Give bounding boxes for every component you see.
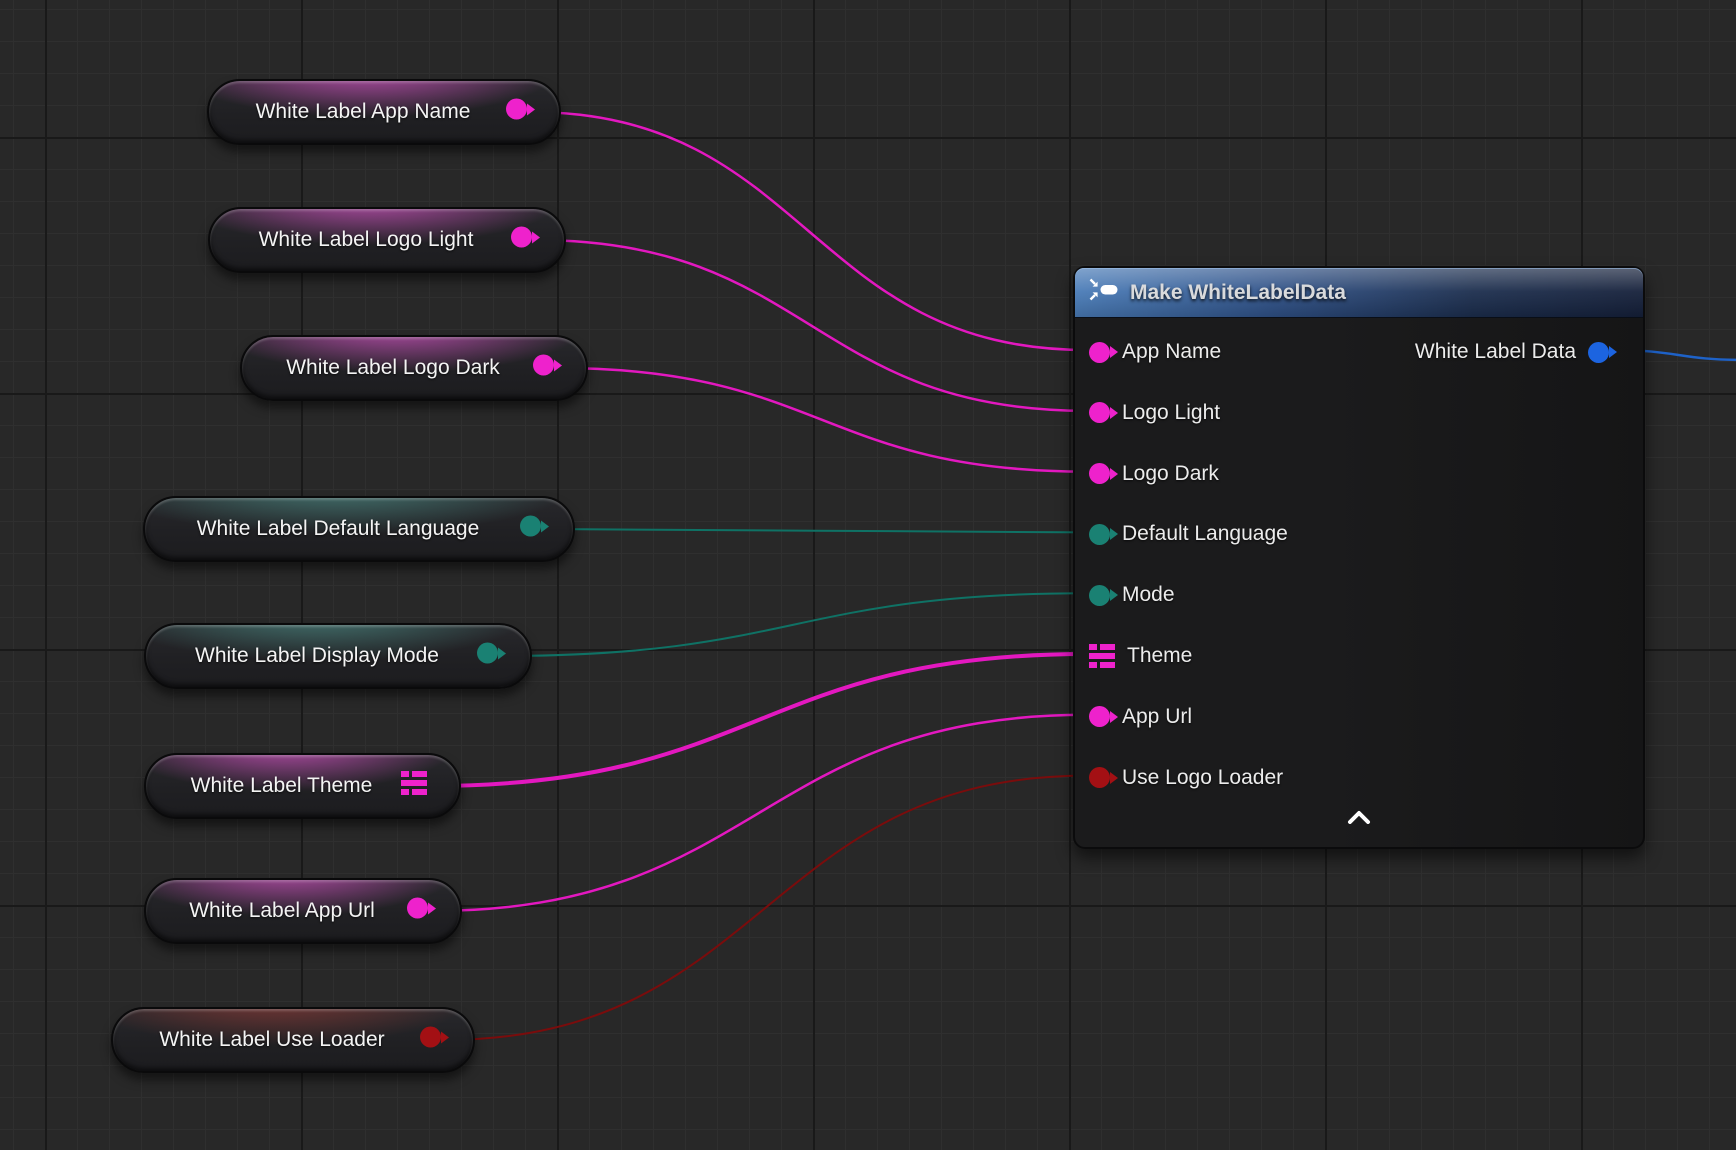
- input-pin-logo-dark[interactable]: [1089, 463, 1110, 484]
- getter-output-pin-holder: [533, 355, 554, 382]
- make-input-row-logo-light: Logo Light: [1089, 396, 1629, 430]
- getter-node-white-label-use-loader[interactable]: White Label Use Loader: [111, 1007, 475, 1073]
- make-node-header[interactable]: Make WhiteLabelData: [1075, 268, 1643, 318]
- getter-node-label: White Label Logo Light: [259, 228, 474, 252]
- getter-output-pin-holder: [401, 770, 427, 802]
- input-pin-logo-light[interactable]: [1089, 402, 1110, 423]
- getter-output-pin-holder: [511, 227, 532, 254]
- make-input-row-app-url: App Url: [1089, 700, 1629, 734]
- make-input-row-theme: Theme: [1089, 639, 1629, 673]
- make-input-row-mode: Mode: [1089, 578, 1629, 612]
- make-struct-icon: [1089, 278, 1119, 307]
- input-pin-white-label-default-language[interactable]: [520, 516, 541, 537]
- nodes-layer: White Label App Name White Label Logo Lig…: [0, 0, 1736, 1150]
- input-pin-label: Theme: [1127, 644, 1192, 668]
- getter-node-label: White Label Display Mode: [195, 644, 439, 668]
- input-pin-label: Logo Light: [1122, 401, 1220, 425]
- getter-node-white-label-default-language[interactable]: White Label Default Language: [143, 496, 575, 562]
- getter-output-pin-holder: [420, 1027, 441, 1054]
- getter-node-label: White Label Use Loader: [159, 1028, 384, 1052]
- getter-node-white-label-logo-dark[interactable]: White Label Logo Dark: [240, 335, 588, 401]
- input-pin-white-label-display-mode[interactable]: [477, 643, 498, 664]
- getter-node-label: White Label App Name: [256, 100, 471, 124]
- make-input-row-use-logo-loader: Use Logo Loader: [1089, 761, 1629, 795]
- getter-node-label: White Label Theme: [191, 774, 373, 798]
- struct-pin-icon-theme[interactable]: [1089, 643, 1115, 669]
- collapse-chevron-icon[interactable]: [1331, 802, 1387, 832]
- getter-node-white-label-logo-light[interactable]: White Label Logo Light: [208, 207, 566, 273]
- input-pin-white-label-logo-dark[interactable]: [533, 355, 554, 376]
- getter-node-white-label-app-url[interactable]: White Label App Url: [144, 878, 462, 944]
- getter-node-label: White Label App Url: [189, 899, 375, 923]
- blueprint-graph-canvas[interactable]: White Label App Name White Label Logo Lig…: [0, 0, 1736, 1150]
- getter-output-pin-holder: [520, 516, 541, 543]
- output-pin-label: White Label Data: [1415, 340, 1576, 364]
- input-pin-label: Mode: [1122, 583, 1175, 607]
- make-input-row-default-language: Default Language: [1089, 517, 1629, 551]
- input-pin-white-label-app-url[interactable]: [407, 898, 428, 919]
- input-pin-label: Default Language: [1122, 522, 1288, 546]
- input-pin-white-label-app-name[interactable]: [506, 99, 527, 120]
- getter-output-pin-holder: [506, 99, 527, 126]
- output-pin-white-label-data[interactable]: [1588, 342, 1609, 363]
- input-pin-white-label-logo-light[interactable]: [511, 227, 532, 248]
- input-pin-default-language[interactable]: [1089, 524, 1110, 545]
- getter-node-label: White Label Default Language: [197, 517, 480, 541]
- getter-node-white-label-app-name[interactable]: White Label App Name: [207, 79, 561, 145]
- getter-output-pin-holder: [407, 898, 428, 925]
- make-whitelabeldata-node[interactable]: Make WhiteLabelData App NameLogo LightLo…: [1073, 266, 1645, 849]
- input-pin-mode[interactable]: [1089, 585, 1110, 606]
- make-output-row: White Label Data: [1089, 335, 1629, 369]
- struct-pin-icon-white-label-theme[interactable]: [401, 770, 427, 796]
- make-input-row-logo-dark: Logo Dark: [1089, 457, 1629, 491]
- input-pin-label: Use Logo Loader: [1122, 766, 1283, 790]
- input-pin-app-url[interactable]: [1089, 706, 1110, 727]
- input-pin-label: Logo Dark: [1122, 462, 1219, 486]
- input-pin-white-label-use-loader[interactable]: [420, 1027, 441, 1048]
- getter-output-pin-holder: [477, 643, 498, 670]
- getter-node-white-label-display-mode[interactable]: White Label Display Mode: [144, 623, 532, 689]
- input-pin-label: App Url: [1122, 705, 1192, 729]
- getter-node-white-label-theme[interactable]: White Label Theme: [144, 753, 461, 819]
- getter-node-label: White Label Logo Dark: [286, 356, 500, 380]
- input-pin-use-logo-loader[interactable]: [1089, 767, 1110, 788]
- make-node-title: Make WhiteLabelData: [1130, 281, 1346, 305]
